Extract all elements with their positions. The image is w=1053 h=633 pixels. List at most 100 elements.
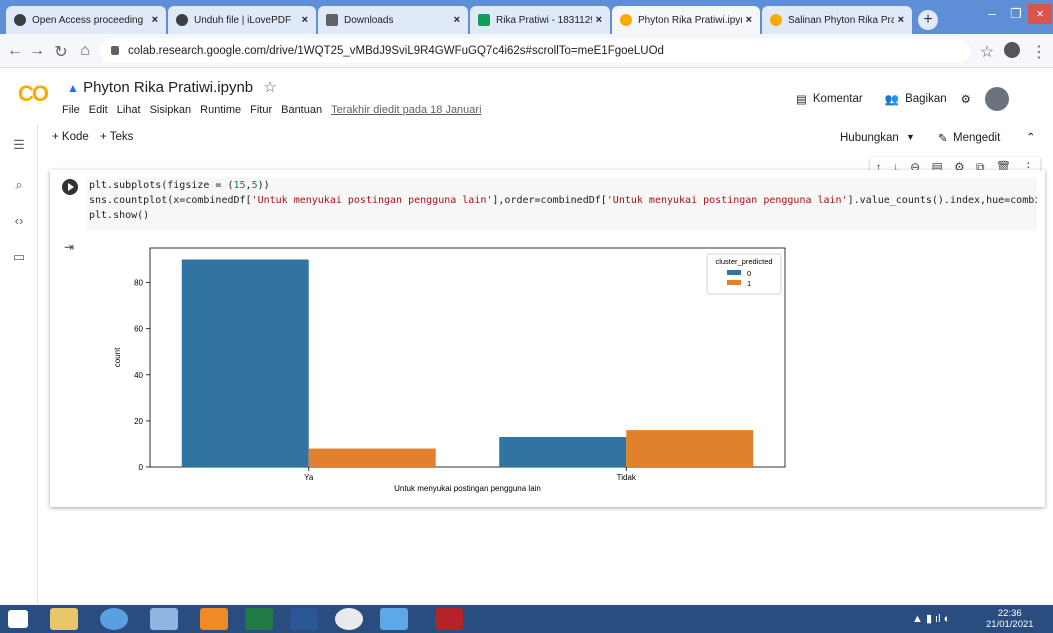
editing-mode-button[interactable]: Mengedit — [953, 132, 1000, 144]
code-text: plt.subplots(figsize = ( — [89, 180, 234, 191]
download-icon — [326, 14, 338, 26]
reload-icon[interactable]: ↻ — [52, 42, 70, 62]
code-text: )) — [257, 180, 270, 191]
code-text: ],order=combinedDf[ — [492, 195, 607, 206]
tab-title: Phyton Rika Pratiwi.ipyn — [638, 14, 742, 26]
files-folder-icon[interactable]: ▭ — [0, 249, 38, 265]
file-explorer-icon[interactable] — [50, 608, 78, 630]
home-icon[interactable]: ⌂ — [76, 42, 94, 60]
add-code-button[interactable]: + Kode — [52, 131, 89, 143]
bar — [499, 437, 627, 467]
legend-title: cluster_predicted — [715, 257, 772, 266]
collapse-header-icon[interactable]: ⌃ — [1026, 130, 1036, 144]
menu-file[interactable]: File — [62, 104, 80, 116]
code-string: 'Untuk menyukai postingan pengguna lain' — [251, 195, 493, 206]
windows-start-icon[interactable] — [8, 610, 28, 628]
star-icon[interactable]: ☆ — [263, 79, 276, 96]
close-tab-icon[interactable]: × — [454, 14, 460, 26]
xampp-icon[interactable] — [200, 608, 228, 630]
output-icon[interactable]: ⇥ — [64, 240, 74, 254]
browser-tab-active[interactable]: Phyton Rika Pratiwi.ipyn × — [612, 6, 760, 34]
tab-favicon-icon — [14, 14, 26, 26]
chrome-icon[interactable] — [335, 608, 363, 630]
google-drive-icon — [478, 14, 490, 26]
system-tray-icons[interactable]: ▲ ▮ ıl ◐ — [912, 612, 950, 625]
header-actions: ▤ Komentar 👥 Bagikan ⚙ — [796, 87, 1009, 111]
close-tab-icon[interactable]: × — [596, 14, 602, 26]
code-cell[interactable]: plt.subplots(figsize = (15,5)) sns.count… — [50, 170, 1045, 507]
add-text-button[interactable]: + Teks — [100, 131, 133, 143]
back-icon[interactable]: ← — [6, 42, 24, 60]
mendeley-icon[interactable] — [435, 608, 463, 630]
close-window-icon[interactable]: × — [1028, 4, 1052, 24]
lock-icon — [111, 46, 119, 55]
settings-gear-icon[interactable]: ⚙ — [961, 92, 971, 106]
close-tab-icon[interactable]: × — [898, 14, 904, 26]
drive-icon: ▲ — [67, 81, 79, 95]
code-number: 15 — [233, 180, 246, 191]
legend-swatch — [727, 280, 741, 285]
tab-favicon-icon — [176, 14, 188, 26]
control-panel-icon[interactable] — [380, 608, 408, 630]
menu-help[interactable]: Bantuan — [281, 104, 322, 116]
countplot-chart: 0 20 40 60 80 Ya Tidak Untuk menyukai postingan… — [113, 247, 786, 493]
close-tab-icon[interactable]: × — [746, 14, 752, 26]
url-input[interactable]: colab.research.google.com/drive/1WQT25_v… — [100, 39, 970, 63]
virtualbox-icon[interactable] — [150, 608, 178, 630]
colab-logo: CO — [18, 81, 49, 106]
clock-time: 22:36 — [997, 608, 1022, 619]
excel-icon[interactable] — [245, 608, 273, 630]
share-button[interactable]: Bagikan — [905, 93, 947, 105]
connect-button[interactable]: Hubungkan — [840, 132, 899, 144]
clock[interactable]: 22:36 21/01/2021 — [986, 608, 1034, 630]
tab-title: Unduh file | iLovePDF — [194, 14, 292, 26]
app-icon[interactable] — [100, 608, 128, 630]
comment-button[interactable]: Komentar — [813, 93, 863, 105]
menu-runtime[interactable]: Runtime — [200, 104, 241, 116]
y-tick-label: 20 — [134, 417, 143, 426]
word-icon[interactable] — [290, 608, 318, 630]
run-cell-button[interactable] — [62, 179, 78, 195]
last-edit-link[interactable]: Terakhir diedit pada 18 Januari — [331, 104, 481, 116]
table-of-contents-icon[interactable]: ☰ — [0, 137, 38, 153]
code-snippets-icon[interactable]: ‹› — [0, 213, 38, 228]
minimize-icon[interactable]: – — [980, 4, 1004, 24]
menu-tools[interactable]: Fitur — [250, 104, 272, 116]
colab-icon — [770, 14, 782, 26]
browser-tab-strip: Open Access proceeding × Unduh file | iL… — [0, 0, 1053, 34]
bar — [626, 430, 754, 467]
profile-avatar-icon[interactable] — [1004, 42, 1020, 58]
user-avatar[interactable] — [984, 87, 1009, 111]
share-icon: 👥 — [884, 94, 900, 106]
address-bar-row: ← → ↻ ⌂ colab.research.google.com/drive/… — [0, 34, 1053, 68]
notebook-title[interactable]: Phyton Rika Pratiwi.ipynb — [83, 79, 253, 96]
menu-insert[interactable]: Sisipkan — [150, 104, 192, 116]
y-tick-label: 40 — [134, 371, 143, 380]
search-icon[interactable]: ⌕ — [0, 177, 38, 193]
browser-menu-icon[interactable]: ⋮ — [1030, 42, 1048, 62]
tab-title: Open Access proceeding — [32, 14, 144, 26]
browser-tab[interactable]: Open Access proceeding × — [6, 6, 166, 34]
forward-icon[interactable]: → — [28, 42, 46, 60]
bookmark-star-icon[interactable]: ☆ — [978, 42, 996, 62]
url-text: colab.research.google.com/drive/1WQT25_v… — [128, 45, 664, 57]
menu-edit[interactable]: Edit — [89, 104, 108, 116]
code-text: plt.show() — [89, 210, 150, 221]
close-tab-icon[interactable]: × — [152, 14, 158, 26]
browser-tab[interactable]: Unduh file | iLovePDF × — [168, 6, 316, 34]
new-tab-button[interactable]: + — [918, 10, 938, 30]
browser-tab[interactable]: Rika Pratiwi - 18311298 × — [470, 6, 610, 34]
left-sidebar: ☰ ⌕ ‹› ▭ — [0, 125, 38, 605]
edit-pencil-icon: ✎ — [938, 133, 948, 145]
browser-tab[interactable]: Downloads × — [318, 6, 468, 34]
colab-icon — [620, 14, 632, 26]
code-text: ].value_counts().index,hue=combinec — [847, 195, 1037, 206]
chevron-down-icon[interactable]: ▼ — [906, 132, 915, 142]
restore-icon[interactable]: ❐ — [1004, 4, 1028, 24]
notebook-toolbar: + Kode + Teks Hubungkan ▼ ✎ Mengedit ⌃ — [40, 125, 1053, 155]
browser-tab[interactable]: Salinan Phyton Rika Prati × — [762, 6, 912, 34]
menu-view[interactable]: Lihat — [117, 104, 141, 116]
close-tab-icon[interactable]: × — [302, 14, 308, 26]
bar — [308, 448, 436, 467]
code-editor[interactable]: plt.subplots(figsize = (15,5)) sns.count… — [87, 178, 1037, 230]
